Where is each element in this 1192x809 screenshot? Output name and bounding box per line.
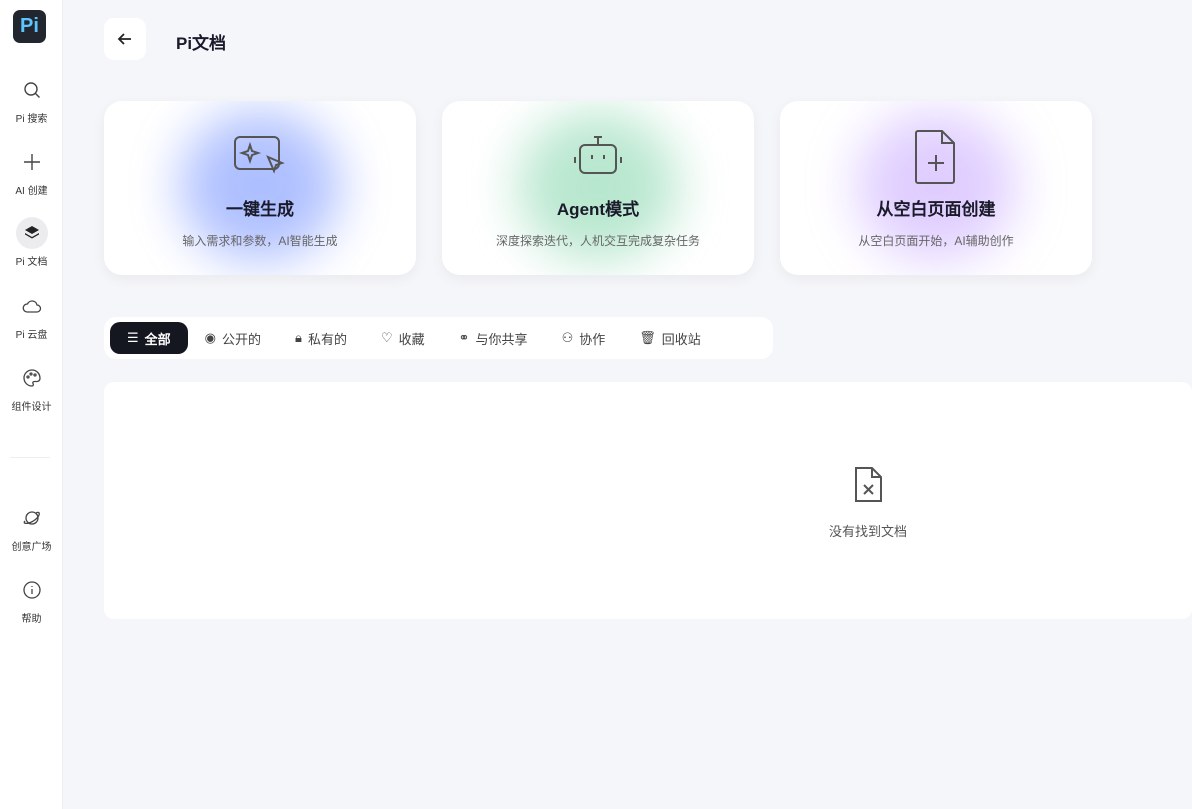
sidebar-item-components[interactable]: 组件设计 [0,362,63,413]
card-title: Agent模式 [556,200,640,219]
sidebar-item-label: Pi 搜索 [15,114,48,125]
robot-icon [570,129,626,185]
tab-label: 收藏 [398,331,425,347]
sidebar-item-label: Pi 文档 [15,257,48,268]
sidebar-item-cloud[interactable]: Pi 云盘 [0,290,63,341]
sidebar-item-search[interactable]: Pi 搜索 [0,74,63,125]
sidebar-item-label: AI 创建 [15,186,48,197]
tab-trash[interactable]: 🗑︎ 回收站 [622,322,718,354]
empty-state: 没有找到文档 [827,466,909,540]
palette-icon [16,362,48,394]
sidebar-item-label: 帮助 [21,614,42,625]
lock-icon: 🔒︎ [295,330,302,345]
card-title: 从空白页面创建 [876,200,996,219]
trash-icon: 🗑︎ [639,330,656,345]
info-icon [16,574,48,606]
share-icon: ⚭ [458,330,470,345]
sidebar-divider [10,457,50,458]
document-list [104,382,1192,619]
tab-label: 公开的 [222,331,262,347]
card-one-click-generate[interactable]: 一键生成 输入需求和参数，AI智能生成 [104,101,416,275]
card-subtitle: 输入需求和参数，AI智能生成 [182,234,338,248]
tab-label: 与你共享 [475,331,528,347]
tab-favorites[interactable]: ♡ 收藏 [364,322,442,354]
sidebar: Pi Pi 搜索 AI 创建 Pi 文档 Pi 云盘 组件设计 创意广场 帮助 [0,0,63,809]
file-x-icon [855,467,882,502]
tab-label: 协作 [579,331,606,347]
planet-icon [16,502,48,534]
back-button[interactable] [104,18,146,60]
tab-all[interactable]: ☰ 全部 [110,322,188,354]
list-icon: ☰ [127,330,139,345]
sidebar-item-ai-create[interactable]: AI 创建 [0,146,63,197]
users-icon: ⚇ [561,330,574,345]
search-icon [16,74,48,106]
cloud-icon [16,290,48,322]
page-title: Pi文档 [176,34,227,53]
filter-tabs: ☰ 全部 ◉ 公开的 🔒︎ 私有的 ♡ 收藏 ⚭ 与你共享 ⚇ 协作 🗑︎ 回收站 [104,317,773,359]
tab-shared[interactable]: ⚭ 与你共享 [442,322,545,354]
sidebar-item-label: Pi 云盘 [15,330,48,341]
empty-message: 没有找到文档 [828,524,907,539]
card-subtitle: 从空白页面开始，AI辅助创作 [858,234,1014,248]
tab-label: 回收站 [661,331,701,347]
sidebar-item-help[interactable]: 帮助 [0,574,63,625]
card-title: 一键生成 [226,200,294,219]
sidebar-item-label: 组件设计 [11,402,52,413]
sidebar-item-creative-square[interactable]: 创意广场 [0,502,63,553]
sidebar-item-docs[interactable]: Pi 文档 [0,217,63,268]
tab-public[interactable]: ◉ 公开的 [188,322,278,354]
tab-private[interactable]: 🔒︎ 私有的 [278,322,364,354]
tab-label: 全部 [144,331,171,347]
app-logo[interactable]: Pi [13,10,46,43]
eye-icon: ◉ [204,330,217,345]
plus-icon [16,146,48,178]
card-subtitle: 深度探索迭代，人机交互完成复杂任务 [495,234,700,248]
image-sparkle-icon [232,129,288,185]
layers-icon [15,217,48,249]
tab-label: 私有的 [307,331,347,347]
heart-icon: ♡ [380,330,393,345]
sidebar-item-label: 创意广场 [11,542,52,553]
file-plus-icon [908,129,964,185]
card-blank-page[interactable]: 从空白页面创建 从空白页面开始，AI辅助创作 [780,101,1092,275]
card-agent-mode[interactable]: Agent模式 深度探索迭代，人机交互完成复杂任务 [442,101,754,275]
arrow-left-icon [117,33,131,45]
tab-collaboration[interactable]: ⚇ 协作 [545,322,623,354]
